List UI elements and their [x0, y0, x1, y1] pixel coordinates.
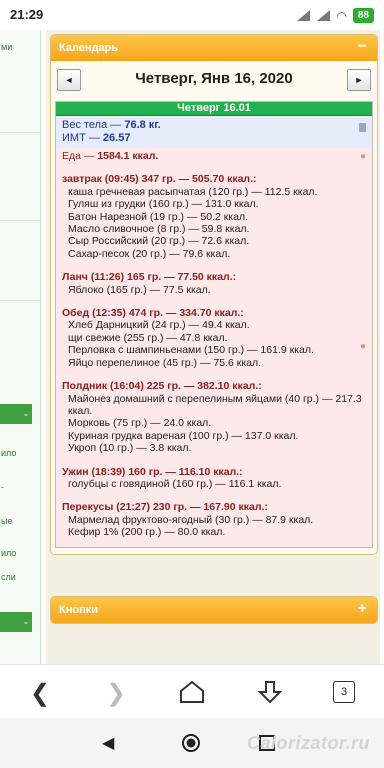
- food-total-value: 1584.1 ккал.: [97, 150, 159, 162]
- back-icon[interactable]: ❮: [30, 679, 50, 708]
- sidebar-fragment-text: ми: [1, 42, 13, 52]
- body-info: Вес тела — 76.8 кг. ИМТ — 26.57: [56, 116, 372, 148]
- bmi-row: ИМТ — 26.57: [62, 132, 366, 145]
- meal-block: завтрак (09:45) 347 гр. — 505.70 ккал.: к…: [62, 173, 366, 260]
- calendar-title: Календарь: [59, 42, 119, 54]
- food-item[interactable]: Перловка с шампиньенами (150 гр.) — 161.…: [62, 344, 366, 356]
- food-item[interactable]: щи свежие (255 гр.) — 47.8 ккал.: [62, 332, 366, 344]
- sidebar-divider: [0, 220, 40, 221]
- meals-container: завтрак (09:45) 347 гр. — 505.70 ккал.: к…: [62, 173, 366, 538]
- buttons-panel: Кнопки +: [50, 596, 378, 624]
- meal-title[interactable]: Полдник (16:04) 225 гр. — 382.10 ккал.:: [62, 380, 366, 392]
- sidebar-collapse-bar-2[interactable]: -: [0, 612, 32, 632]
- buttons-header[interactable]: Кнопки +: [51, 597, 377, 623]
- food-item[interactable]: Хлеб Дарницкий (24 гр.) — 49.4 ккал.: [62, 319, 366, 331]
- current-date: Четверг, Янв 16, 2020: [135, 70, 293, 87]
- sidebar-fragment-text: ые: [1, 516, 13, 526]
- bmi-label: ИМТ —: [62, 132, 103, 144]
- collapse-icon[interactable]: −: [358, 38, 367, 56]
- meal-block: Ужин (18:39) 160 гр. — 116.10 ккал.: голу…: [62, 466, 366, 491]
- wifi-icon: ◠: [336, 8, 347, 23]
- clock: 21:29: [10, 7, 44, 22]
- tabs-button[interactable]: 3: [333, 681, 355, 703]
- food-item[interactable]: Масло сливочное (8 гр.) — 59.8 ккал.: [62, 223, 366, 235]
- edit-icon[interactable]: ●: [360, 341, 366, 353]
- sidebar-fragment-text: -: [1, 482, 4, 492]
- meal-title[interactable]: Ужин (18:39) 160 гр. — 116.10 ккал.:: [62, 466, 366, 478]
- food-item[interactable]: Сахар-песок (20 гр.) — 79.6 ккал.: [62, 248, 366, 260]
- meal-block: Перекусы (21:27) 230 гр. — 167.90 ккал.:…: [62, 501, 366, 538]
- food-item[interactable]: Укроп (10 гр.) — 3.8 ккал.: [62, 442, 366, 454]
- bmi-value: 26.57: [102, 132, 131, 144]
- food-item[interactable]: Батон Нарезной (19 гр.) — 50.2 ккал.: [62, 211, 366, 223]
- food-item[interactable]: Куриная грудка вареная (100 гр.) — 137.0…: [62, 430, 366, 442]
- status-icons: ◠ 88: [296, 8, 374, 23]
- main-content: Календарь − ◄ Четверг, Янв 16, 2020 ► Че…: [46, 30, 380, 664]
- food-item[interactable]: Яйцо перепелиное (45 гр.) — 75.6 ккал.: [62, 357, 366, 369]
- food-item[interactable]: голубцы с говядиной (160 гр.) — 116.1 кк…: [62, 478, 366, 490]
- day-bar: Четверг 16.01: [56, 102, 372, 116]
- calendar-panel: Календарь − ◄ Четверг, Янв 16, 2020 ► Че…: [50, 34, 378, 555]
- food-total: Еда — 1584.1 ккал.: [62, 150, 366, 162]
- status-bar: 21:29 ◠ 88: [0, 0, 384, 30]
- food-total-label: Еда —: [62, 150, 98, 162]
- left-sidebar-fragment: ми - ило - ые ило сли -: [0, 30, 41, 664]
- sidebar-fragment-text: сли: [1, 572, 16, 582]
- food-item[interactable]: Мармелад фруктово-ягодный (30 гр.) — 87.…: [62, 514, 366, 526]
- download-icon[interactable]: [256, 679, 284, 705]
- sidebar-divider: [0, 132, 40, 133]
- browser-toolbar: ❮ ❯ 3: [0, 664, 384, 719]
- signal-2-icon: [316, 10, 331, 21]
- food-list: ● Еда — 1584.1 ккал. завтрак (09:45) 347…: [56, 148, 372, 547]
- expand-icon[interactable]: +: [358, 600, 367, 618]
- meal-block: Полдник (16:04) 225 гр. — 382.10 ккал.: М…: [62, 380, 366, 454]
- signal-icon: [296, 10, 311, 21]
- meal-block: Обед (12:35) 474 гр. — 334.70 ккал.: Хлеб…: [62, 307, 366, 369]
- edit-icon[interactable]: ●: [360, 151, 366, 163]
- system-back-icon[interactable]: ◀: [102, 733, 114, 753]
- sidebar-fragment-text: ило: [1, 448, 17, 458]
- sidebar-collapse-bar[interactable]: -: [0, 404, 32, 424]
- meal-title[interactable]: завтрак (09:45) 347 гр. — 505.70 ккал.:: [62, 173, 366, 185]
- date-navigation: ◄ Четверг, Янв 16, 2020 ►: [51, 61, 377, 101]
- food-item[interactable]: Майонез домашний с перепелиным яйцами (4…: [62, 393, 366, 418]
- forward-icon[interactable]: ❯: [106, 679, 126, 708]
- delete-icon[interactable]: [359, 123, 366, 132]
- food-item[interactable]: Гуляш из грудки (160 гр.) — 131.0 ккал.: [62, 198, 366, 210]
- food-item[interactable]: Кефир 1% (200 гр.) — 80.0 ккал.: [62, 526, 366, 538]
- weight-label: Вес тела —: [62, 119, 125, 131]
- calendar-header[interactable]: Календарь −: [51, 35, 377, 61]
- buttons-title: Кнопки: [59, 604, 98, 616]
- sidebar-divider: [0, 300, 40, 301]
- weight-row: Вес тела — 76.8 кг.: [62, 119, 366, 132]
- next-day-button[interactable]: ►: [347, 69, 371, 91]
- watermark: Calorizator.ru: [246, 733, 370, 753]
- web-page: ми - ило - ые ило сли - Календарь − ◄ Че…: [0, 30, 384, 664]
- food-item[interactable]: каша гречневая расыпчатая (120 гр.) — 11…: [62, 186, 366, 198]
- meal-block: Ланч (11:26) 165 гр. — 77.50 ккал.: Яблок…: [62, 271, 366, 296]
- meal-title[interactable]: Обед (12:35) 474 гр. — 334.70 ккал.:: [62, 307, 366, 319]
- meal-title[interactable]: Ланч (11:26) 165 гр. — 77.50 ккал.:: [62, 271, 366, 283]
- weight-value: 76.8 кг.: [124, 119, 161, 131]
- food-item[interactable]: Морковь (75 гр.) — 24.0 ккал.: [62, 417, 366, 429]
- sidebar-fragment-text: ило: [1, 548, 17, 558]
- meal-title[interactable]: Перекусы (21:27) 230 гр. — 167.90 ккал.:: [62, 501, 366, 513]
- home-icon[interactable]: [178, 679, 206, 705]
- food-diary: Четверг 16.01 Вес тела — 76.8 кг. ИМТ — …: [55, 101, 373, 548]
- system-home-icon[interactable]: [181, 733, 201, 753]
- food-item[interactable]: Яблоко (165 гр.) — 77.5 ккал.: [62, 284, 366, 296]
- battery-icon: 88: [352, 8, 374, 23]
- food-item[interactable]: Сыр Российский (20 гр.) — 72.6 ккал.: [62, 235, 366, 247]
